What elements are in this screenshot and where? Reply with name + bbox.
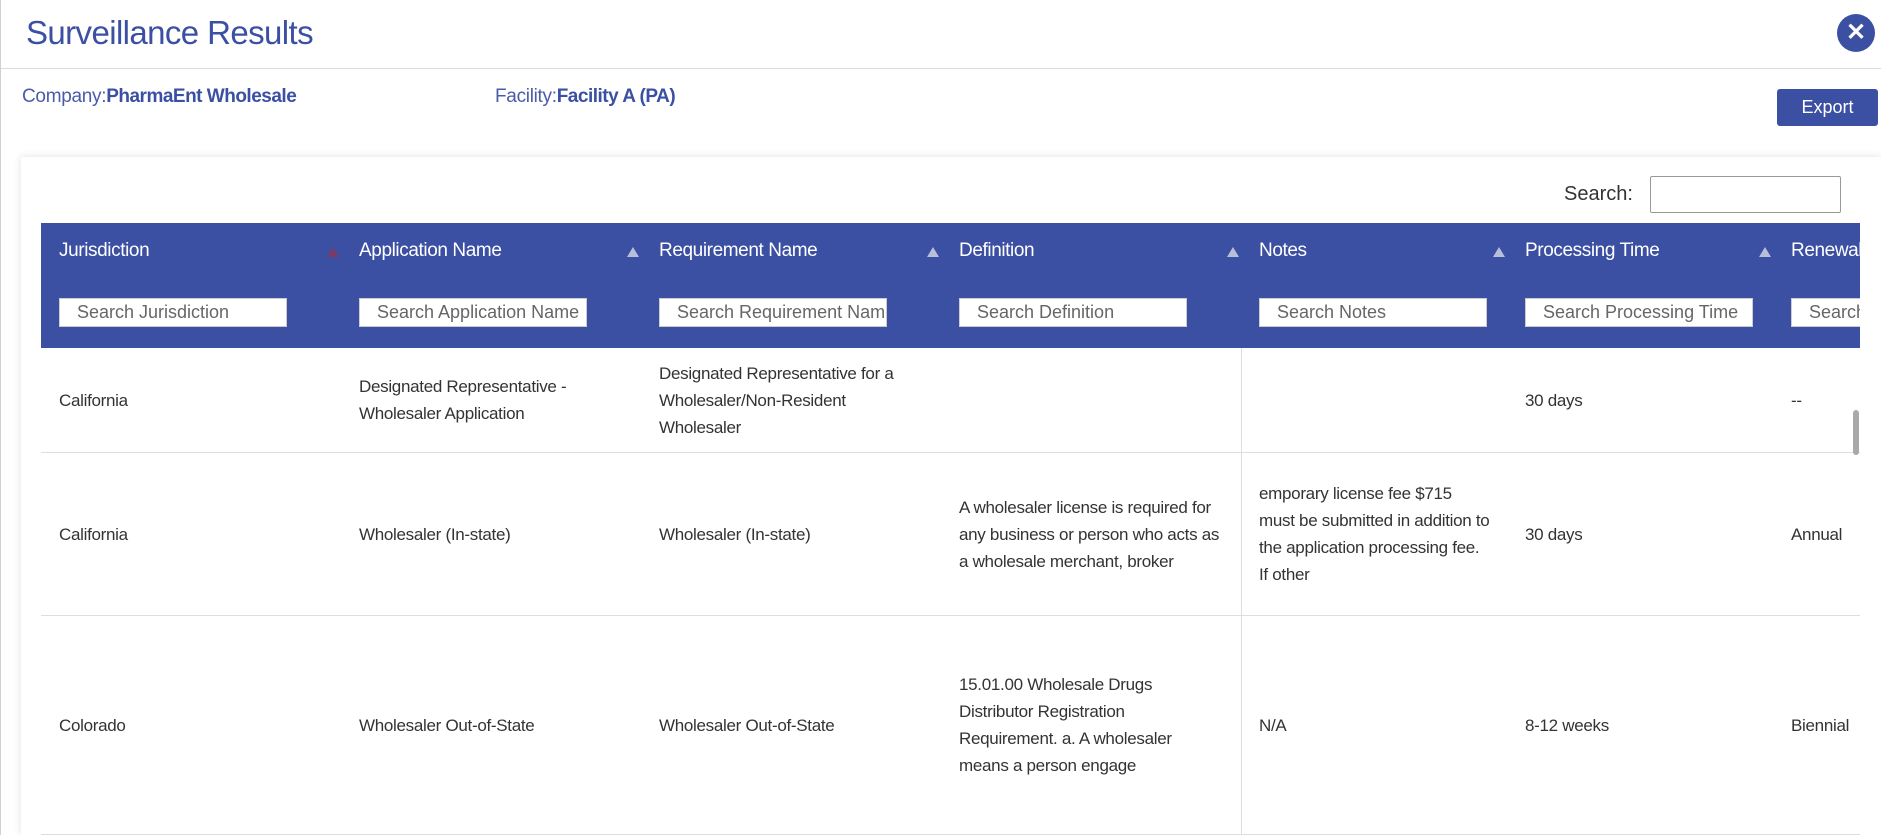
search-label: Search:: [1564, 183, 1633, 205]
facility-info: Facility:Facility A (PA): [495, 86, 676, 108]
surveillance-results-modal: Surveillance Results ✕ Company:PharmaEnt…: [0, 0, 1881, 835]
table-header: Jurisdiction Application Name Requiremen…: [41, 223, 1860, 348]
column-header-jurisdiction[interactable]: Jurisdiction: [41, 223, 341, 348]
results-table: Jurisdiction Application Name Requiremen…: [41, 223, 1860, 835]
cell-definition: 15.01.00 Wholesale Drugs Distributor Reg…: [959, 675, 1172, 775]
cell-notes: N/A: [1259, 715, 1287, 735]
filter-definition-input[interactable]: [959, 298, 1187, 327]
sort-arrow-icon[interactable]: [927, 247, 939, 257]
cell-requirement-name: Wholesaler Out-of-State: [659, 715, 835, 735]
filter-requirement-name-input[interactable]: [659, 298, 887, 327]
cell-notes: emporary license fee $715 must be submit…: [1259, 484, 1490, 584]
cell-processing-time: 8-12 weeks: [1525, 715, 1609, 735]
cell-requirement-name: Designated Representative for a Wholesal…: [659, 363, 894, 437]
sort-arrow-icon[interactable]: [327, 247, 339, 257]
cell-renewal: Biennial: [1791, 715, 1850, 735]
column-label: Notes: [1259, 240, 1307, 261]
company-label: Company:: [22, 86, 107, 107]
table-row[interactable]: California Designated Representative - W…: [41, 348, 1860, 453]
cell-definition: A wholesaler license is required for any…: [959, 497, 1220, 571]
filter-renewal-input[interactable]: [1791, 298, 1860, 327]
filter-notes-input[interactable]: [1259, 298, 1487, 327]
sort-arrow-icon[interactable]: [1759, 247, 1771, 257]
column-label: Jurisdiction: [59, 240, 150, 261]
cell-renewal: Annual: [1791, 524, 1843, 544]
cell-processing-time: 30 days: [1525, 390, 1583, 410]
facility-value: Facility A (PA): [556, 86, 676, 107]
page-title: Surveillance Results: [26, 14, 314, 51]
export-button[interactable]: Export: [1777, 89, 1878, 126]
company-value: PharmaEnt Wholesale: [106, 86, 297, 107]
table-row[interactable]: California Wholesaler (In-state) Wholesa…: [41, 453, 1860, 616]
table-row[interactable]: Colorado Wholesaler Out-of-State Wholesa…: [41, 616, 1860, 835]
sort-arrow-icon[interactable]: [1493, 247, 1505, 257]
filter-jurisdiction-input[interactable]: [59, 298, 287, 327]
sort-arrow-icon[interactable]: [1227, 247, 1239, 257]
search-input[interactable]: [1650, 176, 1841, 213]
facility-label: Facility:: [495, 86, 557, 107]
modal-header: Surveillance Results ✕: [1, 0, 1881, 69]
column-label: Requirement Name: [659, 240, 818, 261]
cell-application-name: Wholesaler (In-state): [359, 524, 511, 544]
column-header-processing-time[interactable]: Processing Time: [1507, 223, 1773, 348]
column-header-requirement-name[interactable]: Requirement Name: [641, 223, 941, 348]
column-header-notes[interactable]: Notes: [1241, 223, 1507, 348]
cell-jurisdiction: Colorado: [59, 715, 126, 735]
column-header-renewal[interactable]: Renewal: [1773, 223, 1860, 348]
column-label: Application Name: [359, 240, 502, 261]
cell-application-name: Designated Representative - Wholesaler A…: [359, 377, 567, 423]
vertical-scrollbar-thumb[interactable]: [1853, 410, 1859, 455]
filter-application-name-input[interactable]: [359, 298, 587, 327]
close-icon: ✕: [1845, 19, 1867, 46]
cell-definition: [941, 348, 1221, 452]
cell-application-name: Wholesaler Out-of-State: [359, 715, 535, 735]
cell-jurisdiction: California: [59, 524, 128, 544]
cell-renewal: --: [1791, 390, 1802, 410]
column-header-application-name[interactable]: Application Name: [341, 223, 641, 348]
column-label: Definition: [959, 240, 1035, 261]
cell-notes: [1241, 348, 1491, 452]
close-button[interactable]: ✕: [1837, 14, 1875, 52]
cell-requirement-name: Wholesaler (In-state): [659, 524, 811, 544]
filter-processing-time-input[interactable]: [1525, 298, 1753, 327]
sort-arrow-icon[interactable]: [627, 247, 639, 257]
cell-processing-time: 30 days: [1525, 524, 1583, 544]
column-label: Renewal: [1791, 240, 1860, 261]
column-label: Processing Time: [1525, 240, 1660, 261]
column-header-definition[interactable]: Definition: [941, 223, 1241, 348]
cell-jurisdiction: California: [59, 390, 128, 410]
company-info: Company:PharmaEnt Wholesale: [22, 86, 297, 108]
